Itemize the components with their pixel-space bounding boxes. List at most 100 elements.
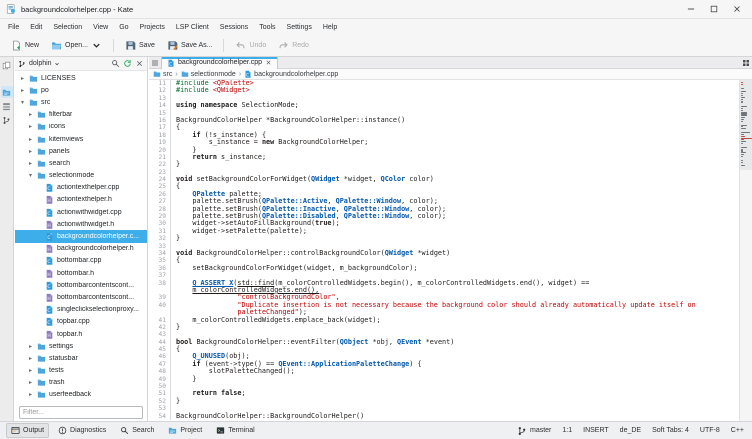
line-number[interactable]: 45 bbox=[149, 346, 171, 353]
code-text[interactable]: } bbox=[171, 398, 180, 405]
tree-item-trash[interactable]: ▸trash bbox=[15, 377, 147, 389]
statusbar-cursor-position[interactable]: 1:1 bbox=[562, 427, 572, 434]
line-number[interactable]: 30 bbox=[149, 220, 171, 227]
expand-arrow-icon[interactable]: ▸ bbox=[27, 367, 34, 374]
line-number[interactable]: 26 bbox=[149, 191, 171, 198]
code-text[interactable]: return false; bbox=[171, 390, 246, 397]
menu-view[interactable]: View bbox=[88, 22, 113, 33]
code-text[interactable]: BackgroundColorHelper *BackgroundColorHe… bbox=[171, 117, 405, 124]
line-number[interactable]: 41 bbox=[149, 317, 171, 324]
expand-arrow-icon[interactable]: ▸ bbox=[27, 379, 34, 386]
tree-item-userfeedback[interactable]: ▸userfeedback bbox=[15, 389, 147, 401]
line-number[interactable]: 46 bbox=[149, 353, 171, 360]
line-number[interactable]: 11 bbox=[149, 80, 171, 87]
line-number[interactable]: 50 bbox=[149, 383, 171, 390]
tree-item-statusbar[interactable]: ▸statusbar bbox=[15, 352, 147, 364]
project-selector[interactable]: dolphin bbox=[29, 60, 108, 67]
line-number[interactable]: 31 bbox=[149, 228, 171, 235]
menu-tools[interactable]: Tools bbox=[254, 22, 280, 33]
tree-item-kitemviews[interactable]: ▸kitemviews bbox=[15, 133, 147, 145]
tree-item-topbar-cpp[interactable]: Ctopbar.cpp bbox=[15, 316, 147, 328]
statusbar-git-branch[interactable]: master bbox=[517, 426, 551, 436]
expand-arrow-icon[interactable]: ▸ bbox=[27, 343, 34, 350]
code-text[interactable]: } bbox=[171, 235, 180, 242]
line-number[interactable]: 14 bbox=[149, 102, 171, 109]
line-number[interactable]: 29 bbox=[149, 213, 171, 220]
line-number[interactable]: 35 bbox=[149, 257, 171, 264]
tree-item-bottombar-cpp[interactable]: Cbottombar.cpp bbox=[15, 255, 147, 267]
code-view[interactable]: 11#include <QPalette>12#include <QWidget… bbox=[149, 80, 739, 421]
save-as-button[interactable]: Save As... bbox=[162, 37, 218, 54]
statusbar-project-toggle[interactable]: Project bbox=[163, 423, 207, 438]
menu-go[interactable]: Go bbox=[114, 22, 133, 33]
menu-sessions[interactable]: Sessions bbox=[215, 22, 253, 33]
code-text[interactable]: } bbox=[171, 324, 180, 331]
line-number[interactable] bbox=[149, 309, 171, 316]
undo-button[interactable]: Undo bbox=[230, 37, 271, 54]
expand-arrow-icon[interactable]: ▸ bbox=[27, 148, 34, 155]
line-number[interactable]: 19 bbox=[149, 139, 171, 146]
tab-backgroundcolorhelper-cpp[interactable]: C backgroundcolorhelper.cpp bbox=[161, 57, 278, 69]
expand-arrow-icon[interactable]: ▸ bbox=[27, 355, 34, 362]
breadcrumb-src[interactable]: src bbox=[153, 70, 172, 78]
code-text[interactable]: void setBackgroundColorForWidget(QWidget… bbox=[171, 176, 434, 183]
statusbar-diagnostics-toggle[interactable]: Diagnostics bbox=[53, 423, 111, 438]
code-text[interactable]: setBackgroundColorForWidget(widget, m_ba… bbox=[171, 265, 417, 272]
line-number[interactable]: 53 bbox=[149, 405, 171, 412]
menu-edit[interactable]: Edit bbox=[25, 22, 47, 33]
close-button[interactable] bbox=[732, 4, 742, 14]
expand-arrow-icon[interactable]: ▸ bbox=[27, 391, 34, 398]
menu-file[interactable]: File bbox=[3, 22, 24, 33]
line-number[interactable]: 28 bbox=[149, 206, 171, 213]
line-number[interactable]: 34 bbox=[149, 250, 171, 257]
expand-arrow-icon[interactable]: ▸ bbox=[19, 87, 26, 94]
line-number[interactable]: 42 bbox=[149, 324, 171, 331]
code-text[interactable]: BackgroundColorHelper::BackgroundColorHe… bbox=[171, 413, 364, 420]
close-button[interactable] bbox=[135, 59, 144, 68]
toolview-project-button[interactable] bbox=[1, 86, 13, 98]
statusbar-encoding[interactable]: UTF-8 bbox=[700, 427, 720, 434]
tree-item-actiontexthelper-cpp[interactable]: Cactiontexthelper.cpp bbox=[15, 182, 147, 194]
line-number[interactable]: 32 bbox=[149, 235, 171, 242]
maximize-button[interactable] bbox=[709, 4, 719, 14]
tree-item-backgroundcolorhelper-h[interactable]: Hbackgroundcolorhelper.h bbox=[15, 243, 147, 255]
tree-item-filterbar[interactable]: ▸filterbar bbox=[15, 109, 147, 121]
line-number[interactable]: 37 bbox=[149, 272, 171, 279]
code-text[interactable]: using namespace SelectionMode; bbox=[171, 102, 299, 109]
code-text[interactable]: #include <QWidget> bbox=[171, 87, 250, 94]
code-text[interactable]: } bbox=[171, 161, 180, 168]
menu-lsp-client[interactable]: LSP Client bbox=[171, 22, 214, 33]
toolview-documents-button[interactable] bbox=[1, 59, 13, 71]
line-number[interactable]: 54 bbox=[149, 413, 171, 420]
minimap-scrollbar[interactable] bbox=[739, 80, 752, 421]
line-number[interactable]: 23 bbox=[149, 169, 171, 176]
toolview-filesystem-button[interactable] bbox=[1, 100, 13, 112]
code-text[interactable]: void BackgroundColorHelper::controlBackg… bbox=[171, 250, 450, 257]
line-number[interactable]: 22 bbox=[149, 161, 171, 168]
tab-list-button[interactable] bbox=[149, 57, 161, 69]
line-number[interactable]: 49 bbox=[149, 376, 171, 383]
line-number[interactable]: 38 bbox=[149, 280, 171, 287]
line-number[interactable]: 18 bbox=[149, 132, 171, 139]
line-number[interactable]: 27 bbox=[149, 198, 171, 205]
code-text[interactable]: } bbox=[171, 376, 196, 383]
save-button[interactable]: Save bbox=[120, 37, 160, 54]
expand-arrow-icon[interactable]: ▸ bbox=[27, 123, 34, 130]
line-number[interactable]: 24 bbox=[149, 176, 171, 183]
line-number[interactable]: 44 bbox=[149, 339, 171, 346]
tree-item-bottombarcontentscont[interactable]: Cbottombarcontentscont... bbox=[15, 279, 147, 291]
tree-item-actionwithwidget-h[interactable]: Hactionwithwidget.h bbox=[15, 218, 147, 230]
filter-input[interactable] bbox=[23, 409, 139, 416]
collapse-arrow-icon[interactable]: ▾ bbox=[27, 172, 34, 179]
statusbar-output-toggle[interactable]: Output bbox=[6, 423, 49, 438]
line-number[interactable]: 36 bbox=[149, 265, 171, 272]
statusbar-input-mode[interactable]: INSERT bbox=[583, 427, 609, 434]
line-number[interactable]: 12 bbox=[149, 87, 171, 94]
code-text[interactable]: m_colorControlledWidgets.emplace_back(wi… bbox=[171, 317, 381, 324]
statusbar-tab-settings[interactable]: Soft Tabs: 4 bbox=[652, 427, 689, 434]
tree-item-selectionmode[interactable]: ▾selectionmode bbox=[15, 170, 147, 182]
tree-item-topbar-h[interactable]: Htopbar.h bbox=[15, 328, 147, 340]
line-number[interactable]: 15 bbox=[149, 110, 171, 117]
code-text[interactable]: widget->setPalette(palette); bbox=[171, 228, 307, 235]
quick-open-button[interactable] bbox=[740, 57, 752, 69]
